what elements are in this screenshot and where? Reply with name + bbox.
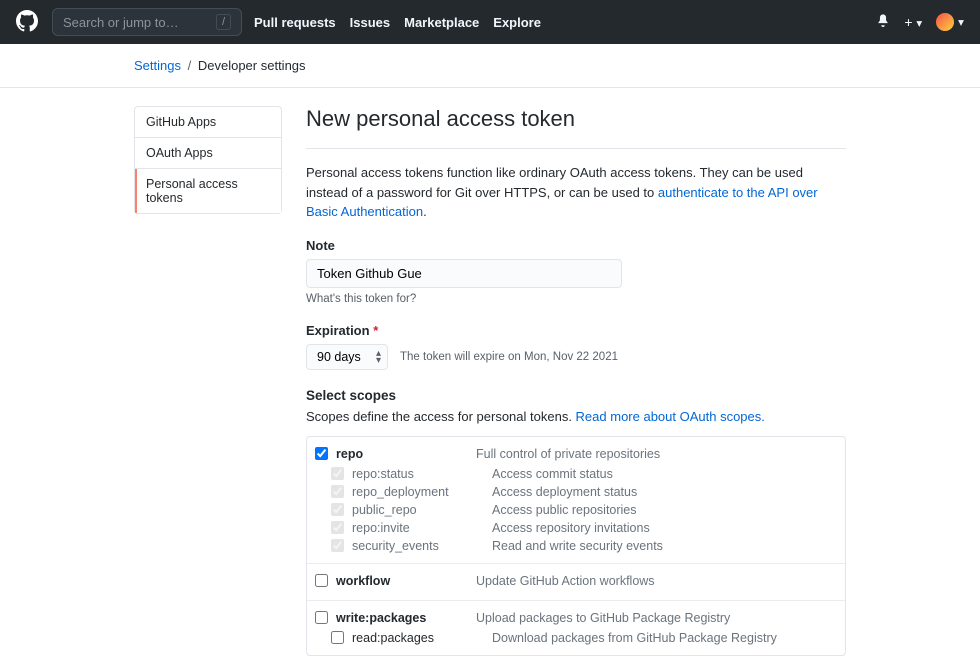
user-avatar-dropdown[interactable]: ▾ (936, 13, 964, 31)
scope-group: workflowUpdate GitHub Action workflows (307, 564, 845, 601)
scope-parent-row: repoFull control of private repositories (315, 445, 845, 465)
scope-checkbox (331, 485, 344, 498)
scope-label: read:packages (352, 631, 492, 645)
scope-label: repo:status (352, 467, 492, 481)
expiration-hint: The token will expire on Mon, Nov 22 202… (400, 351, 618, 363)
scopes-container: repoFull control of private repositories… (306, 436, 846, 656)
breadcrumb: Settings / Developer settings (0, 44, 980, 88)
scope-label: write:packages (336, 611, 476, 625)
sidenav-github-apps[interactable]: GitHub Apps (135, 107, 281, 138)
search-slash-hint: / (216, 14, 231, 30)
scope-child-row: repo:inviteAccess repository invitations (315, 519, 845, 537)
scope-child-row: repo_deploymentAccess deployment status (315, 483, 845, 501)
scope-checkbox (331, 467, 344, 480)
scope-group: write:packagesUpload packages to GitHub … (307, 601, 845, 655)
settings-sidenav: GitHub Apps OAuth Apps Personal access t… (134, 106, 282, 214)
breadcrumb-separator: / (188, 58, 192, 73)
search-input[interactable] (63, 15, 216, 30)
scopes-heading: Select scopes (306, 388, 846, 403)
scope-checkbox[interactable] (315, 611, 328, 624)
scope-checkbox (331, 539, 344, 552)
scope-child-row: read:packagesDownload packages from GitH… (315, 629, 845, 647)
breadcrumb-settings[interactable]: Settings (134, 58, 181, 73)
sidenav-oauth-apps[interactable]: OAuth Apps (135, 138, 281, 169)
create-dropdown[interactable]: + ▾ (904, 14, 922, 30)
expiration-select[interactable]: 90 days (306, 344, 388, 370)
scope-child-row: security_eventsRead and write security e… (315, 537, 845, 555)
scope-checkbox (331, 521, 344, 534)
scope-desc: Read and write security events (492, 539, 663, 553)
title-divider (306, 148, 846, 149)
scope-desc: Access deployment status (492, 485, 637, 499)
global-nav: Pull requests Issues Marketplace Explore (254, 15, 541, 30)
scope-child-row: repo:statusAccess commit status (315, 465, 845, 483)
scope-label: repo (336, 447, 476, 461)
scope-desc: Access public repositories (492, 503, 637, 517)
scope-label: public_repo (352, 503, 492, 517)
scope-desc: Access repository invitations (492, 521, 650, 535)
global-search[interactable]: / (52, 8, 242, 36)
nav-marketplace[interactable]: Marketplace (404, 15, 479, 30)
scope-desc: Download packages from GitHub Package Re… (492, 631, 777, 645)
intro-paragraph: Personal access tokens function like ord… (306, 163, 846, 222)
scope-label: repo:invite (352, 521, 492, 535)
github-logo-icon[interactable] (16, 10, 38, 35)
scope-desc: Full control of private repositories (476, 447, 660, 461)
header-right: + ▾ ▾ (876, 13, 964, 31)
nav-pull-requests[interactable]: Pull requests (254, 15, 336, 30)
notifications-icon[interactable] (876, 13, 890, 30)
scopes-description: Scopes define the access for personal to… (306, 409, 846, 424)
note-field[interactable] (306, 259, 622, 288)
scope-desc: Access commit status (492, 467, 613, 481)
scope-checkbox[interactable] (315, 447, 328, 460)
scope-group: repoFull control of private repositories… (307, 437, 845, 564)
scope-checkbox[interactable] (331, 631, 344, 644)
scope-parent-row: workflowUpdate GitHub Action workflows (315, 572, 845, 592)
sidenav-personal-access-tokens[interactable]: Personal access tokens (135, 169, 281, 213)
scope-label: repo_deployment (352, 485, 492, 499)
scope-child-row: public_repoAccess public repositories (315, 501, 845, 519)
main-content: New personal access token Personal acces… (306, 106, 846, 656)
note-label: Note (306, 238, 846, 253)
nav-issues[interactable]: Issues (350, 15, 390, 30)
avatar-icon (936, 13, 954, 31)
scope-checkbox (331, 503, 344, 516)
page-title: New personal access token (306, 106, 846, 132)
breadcrumb-current: Developer settings (198, 58, 306, 73)
note-help-text: What's this token for? (306, 293, 846, 305)
global-header: / Pull requests Issues Marketplace Explo… (0, 0, 980, 44)
scope-desc: Update GitHub Action workflows (476, 574, 655, 588)
scope-parent-row: write:packagesUpload packages to GitHub … (315, 609, 845, 629)
nav-explore[interactable]: Explore (493, 15, 541, 30)
expiration-label: Expiration * (306, 323, 846, 338)
scope-label: workflow (336, 574, 476, 588)
scope-checkbox[interactable] (315, 574, 328, 587)
scope-label: security_events (352, 539, 492, 553)
scope-desc: Upload packages to GitHub Package Regist… (476, 611, 730, 625)
scopes-learn-more-link[interactable]: Read more about OAuth scopes. (576, 409, 765, 424)
